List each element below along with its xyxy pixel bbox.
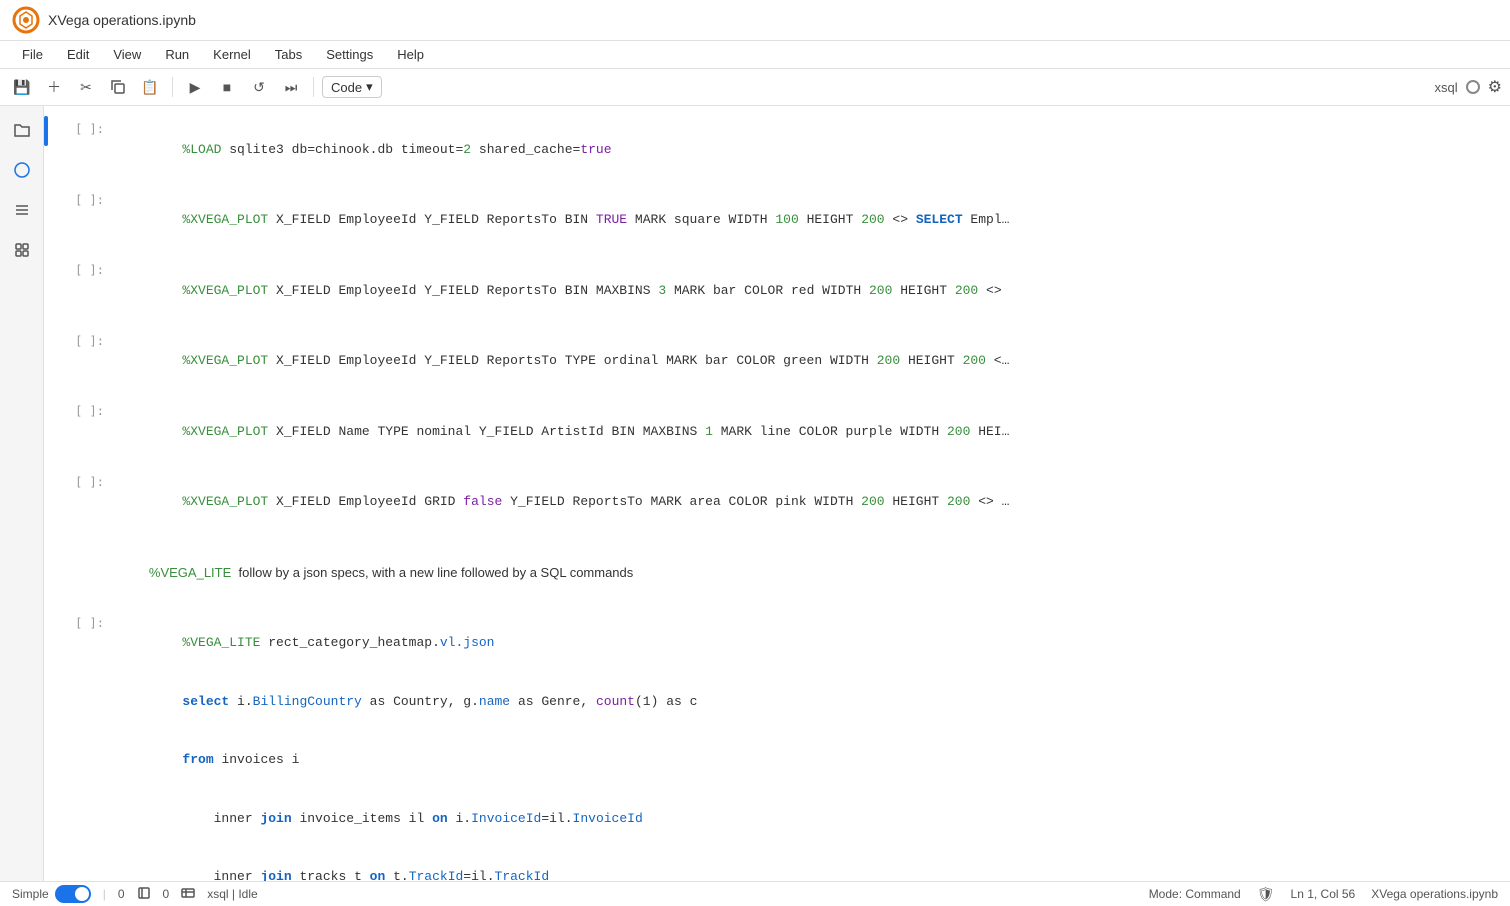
cell-content-6[interactable]: %XVEGA_PLOT X_FIELD EmployeeId GRID fals… [112,469,1510,536]
cell-content-5[interactable]: %XVEGA_PLOT X_FIELD Name TYPE nominal Y_… [112,398,1510,465]
toolbar-separator-2 [313,77,314,97]
cell-1[interactable]: [ ]: %LOAD sqlite3 db=chinook.db timeout… [44,114,1510,185]
cell-gutter-8: [ ]: [52,610,112,630]
cell-type-dropdown[interactable]: Code ▾ [322,76,382,98]
cell-3[interactable]: [ ]: %XVEGA_PLOT X_FIELD EmployeeId Y_FI… [44,255,1510,326]
cell-inactive-indicator [44,398,48,428]
cell-gutter-6: [ ]: [52,469,112,489]
kernel-name-label: xsql [1435,80,1458,95]
menu-settings[interactable]: Settings [316,43,383,66]
cell-inactive-indicator [44,469,48,499]
menu-help[interactable]: Help [387,43,434,66]
cell-6[interactable]: [ ]: %XVEGA_PLOT X_FIELD EmployeeId GRID… [44,467,1510,538]
stop-button[interactable]: ■ [213,73,241,101]
counter-1-value: 0 [118,887,125,901]
cell-5[interactable]: [ ]: %XVEGA_PLOT X_FIELD Name TYPE nomin… [44,396,1510,467]
copy-button[interactable] [104,73,132,101]
mode-toggle-switch[interactable] [55,885,91,903]
toggle-knob [75,887,89,901]
counter-1-icon [137,886,151,903]
cell-gutter-4: [ ]: [52,328,112,348]
filename-status: XVega operations.ipynb [1371,887,1498,901]
dropdown-chevron-icon: ▾ [366,79,373,95]
mode-label: Mode: Command [1149,887,1241,901]
simple-label: Simple [12,887,49,901]
cell-content-2[interactable]: %XVEGA_PLOT X_FIELD EmployeeId Y_FIELD R… [112,187,1510,254]
add-cell-button[interactable]: ＋ [40,73,68,101]
sidebar-folder-icon[interactable] [6,114,38,146]
menu-bar: File Edit View Run Kernel Tabs Settings … [0,41,1510,69]
run-button[interactable]: ▶ [181,73,209,101]
notebook-content[interactable]: [ ]: %LOAD sqlite3 db=chinook.db timeout… [44,106,1510,881]
security-icon: 🛡 [1257,886,1275,903]
cell-inactive-indicator [44,328,48,358]
cell-content-7: %VEGA_LITE follow by a json specs, with … [112,539,1510,606]
counter-2-value: 0 [163,887,170,901]
status-bar: Simple | 0 0 xsql | Idle Mode: Command 🛡… [0,881,1510,906]
kernel-status-label: xsql | Idle [207,887,257,901]
paste-button[interactable]: 📋 [136,73,164,101]
counter-2-icon [181,886,195,903]
menu-edit[interactable]: Edit [57,43,99,66]
cell-content-1[interactable]: %LOAD sqlite3 db=chinook.db timeout=2 sh… [112,116,1510,183]
sidebar-puzzle-icon[interactable] [6,234,38,266]
toolbar-separator-1 [172,77,173,97]
cell-inactive-indicator [44,610,48,640]
menu-tabs[interactable]: Tabs [265,43,312,66]
left-sidebar [0,106,44,881]
main-area: [ ]: %LOAD sqlite3 db=chinook.db timeout… [0,106,1510,881]
cursor-position: Ln 1, Col 56 [1291,887,1356,901]
toolbar: 💾 ＋ ✂ 📋 ▶ ■ ↺ ⏭ Code ▾ xsql ⚙ [0,69,1510,106]
cell-gutter-1: [ ]: [52,116,112,136]
app-logo [12,6,40,34]
window-title: XVega operations.ipynb [48,12,196,28]
cell-inactive-indicator [44,187,48,217]
fast-forward-button[interactable]: ⏭ [277,73,305,101]
cell-4[interactable]: [ ]: %XVEGA_PLOT X_FIELD EmployeeId Y_FI… [44,326,1510,397]
cell-gutter-5: [ ]: [52,398,112,418]
menu-file[interactable]: File [12,43,53,66]
keyword-magic: %LOAD [182,142,221,157]
cut-button[interactable]: ✂ [72,73,100,101]
sidebar-list-icon[interactable] [6,194,38,226]
title-bar: XVega operations.ipynb [0,0,1510,41]
cell-content-4[interactable]: %XVEGA_PLOT X_FIELD EmployeeId Y_FIELD R… [112,328,1510,395]
menu-view[interactable]: View [103,43,151,66]
menu-kernel[interactable]: Kernel [203,43,261,66]
refresh-button[interactable]: ↺ [245,73,273,101]
cell-8[interactable]: [ ]: %VEGA_LITE rect_category_heatmap.vl… [44,608,1510,882]
toolbar-right: xsql ⚙ [1435,77,1502,97]
cell-type-label: Code [331,80,362,95]
save-button[interactable]: 💾 [8,73,36,101]
menu-run[interactable]: Run [155,43,199,66]
kernel-status-circle [1466,80,1480,94]
sidebar-circle-icon[interactable] [6,154,38,186]
cell-active-indicator [44,116,48,146]
mode-toggle-group: Simple [12,885,91,903]
cell-gutter-3: [ ]: [52,257,112,277]
cell-gutter-7 [52,539,112,545]
cell-inactive-indicator [44,539,48,569]
cell-inactive-indicator [44,257,48,287]
cell-2[interactable]: [ ]: %XVEGA_PLOT X_FIELD EmployeeId Y_FI… [44,185,1510,256]
cell-content-8[interactable]: %VEGA_LITE rect_category_heatmap.vl.json… [112,610,1510,882]
cell-gutter-2: [ ]: [52,187,112,207]
cell-content-3[interactable]: %XVEGA_PLOT X_FIELD EmployeeId Y_FIELD R… [112,257,1510,324]
status-right: Mode: Command 🛡 Ln 1, Col 56 XVega opera… [1149,886,1498,903]
cell-7-text: %VEGA_LITE follow by a json specs, with … [44,537,1510,608]
settings-icon[interactable]: ⚙ [1488,77,1502,97]
